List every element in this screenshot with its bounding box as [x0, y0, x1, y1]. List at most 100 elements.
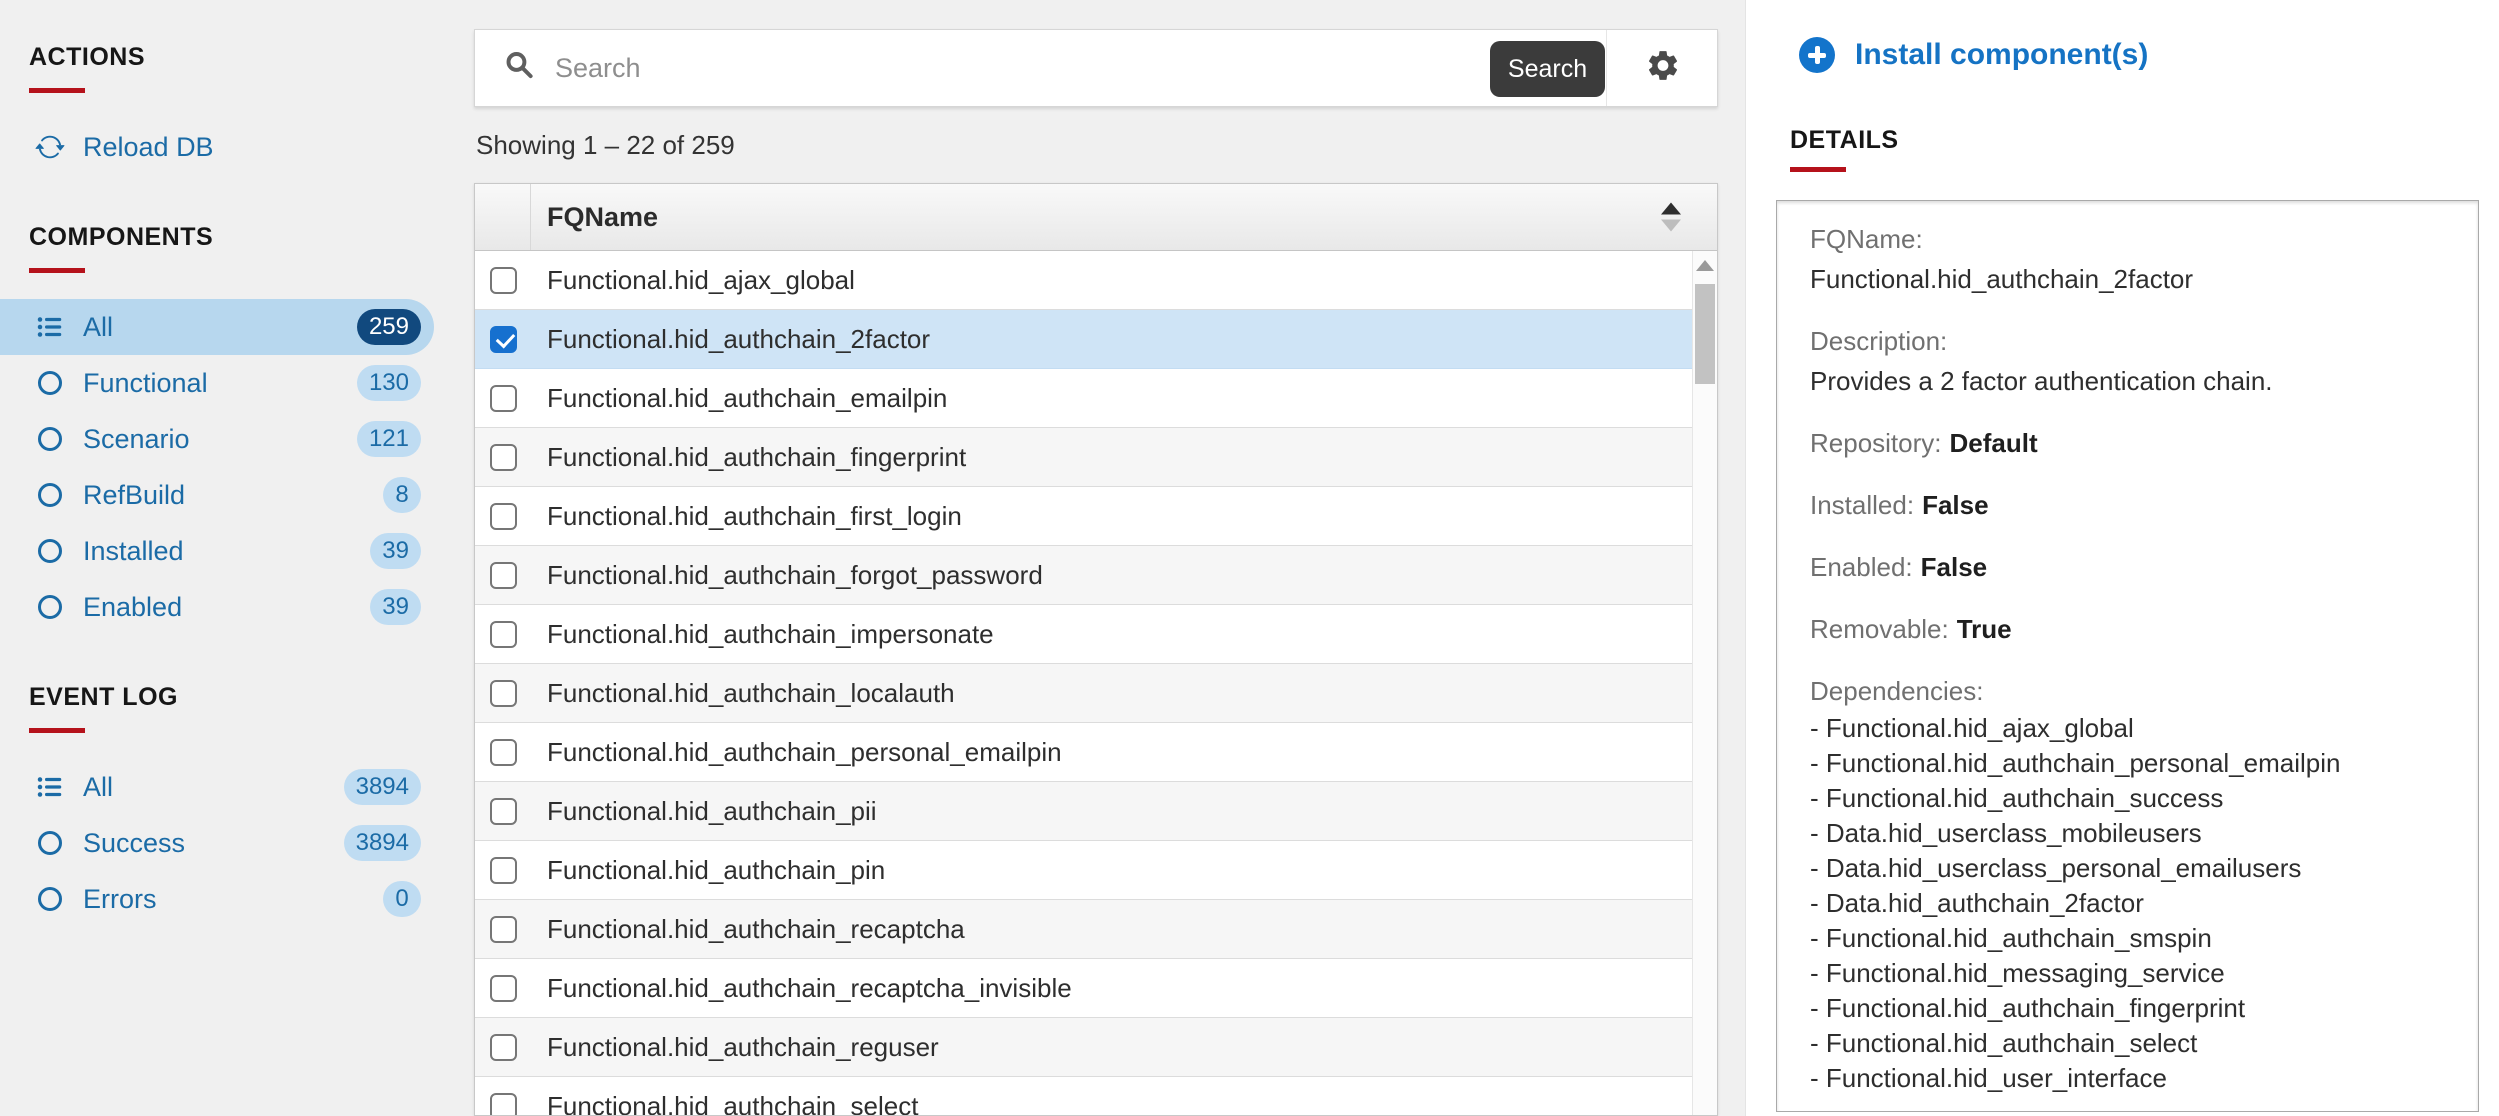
row-checkbox[interactable]	[490, 621, 517, 648]
sidebar-item-label: RefBuild	[83, 480, 185, 511]
search-button[interactable]: Search	[1490, 41, 1605, 97]
field-label: FQName:	[1810, 219, 2450, 259]
details-box: FQName:Functional.hid_authchain_2factorD…	[1776, 200, 2479, 1112]
row-checkbox-cell	[475, 975, 531, 1002]
row-fqname: Functional.hid_authchain_recaptcha_invis…	[531, 973, 1072, 1004]
sidebar-section-components: COMPONENTSAll259Functional130Scenario121…	[0, 222, 474, 635]
table-row[interactable]: Functional.hid_authchain_select	[475, 1077, 1692, 1116]
details-heading: DETAILS	[1790, 126, 1899, 155]
list-icon	[35, 772, 65, 802]
sidebar-components-installed[interactable]: Installed39	[0, 523, 434, 579]
row-fqname: Functional.hid_authchain_select	[531, 1091, 918, 1116]
table-row[interactable]: Functional.hid_authchain_personal_emailp…	[475, 723, 1692, 782]
row-checkbox[interactable]	[490, 1093, 517, 1116]
table-header[interactable]: FQName	[475, 184, 1717, 251]
row-checkbox[interactable]	[490, 444, 517, 471]
section-title-underline	[29, 268, 85, 273]
sidebar-components-scenario[interactable]: Scenario121	[0, 411, 434, 467]
sidebar-event-log-success[interactable]: Success3894	[0, 815, 434, 871]
search-icon	[503, 49, 537, 88]
detail-field-enabled: Enabled:False	[1810, 547, 2450, 587]
row-checkbox-cell	[475, 621, 531, 648]
column-header-fqname[interactable]: FQName	[531, 202, 658, 233]
row-checkbox[interactable]	[490, 857, 517, 884]
row-checkbox[interactable]	[490, 503, 517, 530]
row-checkbox[interactable]	[490, 680, 517, 707]
table-row[interactable]: Functional.hid_authchain_impersonate	[475, 605, 1692, 664]
table-row[interactable]: Functional.hid_authchain_2factor	[475, 310, 1692, 369]
search-input[interactable]	[555, 31, 1585, 105]
gear-icon[interactable]	[1645, 48, 1681, 89]
scrollbar-up-arrow-icon[interactable]	[1696, 260, 1714, 271]
field-value: Provides a 2 factor authentication chain…	[1810, 361, 2450, 401]
main-content: Search Showing 1 – 22 of 259 FQName Func…	[474, 0, 1718, 1116]
row-fqname: Functional.hid_authchain_recaptcha	[531, 914, 965, 945]
details-heading-underline	[1790, 167, 1846, 172]
table-body: Functional.hid_ajax_global Functional.hid…	[475, 251, 1692, 1115]
row-checkbox[interactable]	[490, 916, 517, 943]
row-checkbox-cell	[475, 562, 531, 589]
radio-icon	[35, 368, 65, 398]
sidebar-item-list: All259Functional130Scenario121RefBuild8I…	[0, 299, 474, 635]
count-badge: 3894	[344, 769, 421, 805]
sidebar-event-log-all[interactable]: All3894	[0, 759, 434, 815]
table-row[interactable]: Functional.hid_authchain_fingerprint	[475, 428, 1692, 487]
radio-icon	[35, 424, 65, 454]
table-row[interactable]: Functional.hid_authchain_reguser	[475, 1018, 1692, 1077]
row-fqname: Functional.hid_authchain_emailpin	[531, 383, 947, 414]
table-row[interactable]: Functional.hid_authchain_recaptcha_invis…	[475, 959, 1692, 1018]
table-row[interactable]: Functional.hid_authchain_pii	[475, 782, 1692, 841]
radio-icon	[35, 884, 65, 914]
sidebar-components-refbuild[interactable]: RefBuild8	[0, 467, 434, 523]
detail-field-installed: Installed:False	[1810, 485, 2450, 525]
row-checkbox[interactable]	[490, 267, 517, 294]
row-checkbox[interactable]	[490, 798, 517, 825]
plus-circle-icon	[1799, 37, 1835, 73]
sidebar-item-label: Scenario	[83, 424, 190, 455]
table-row[interactable]: Functional.hid_authchain_first_login	[475, 487, 1692, 546]
detail-field-repository: Repository:Default	[1810, 423, 2450, 463]
detail-field-dependencies: Dependencies:- Functional.hid_ajax_globa…	[1810, 671, 2450, 1096]
row-fqname: Functional.hid_authchain_reguser	[531, 1032, 939, 1063]
row-fqname: Functional.hid_authchain_first_login	[531, 501, 962, 532]
row-checkbox-cell	[475, 385, 531, 412]
table-row[interactable]: Functional.hid_authchain_forgot_password	[475, 546, 1692, 605]
sidebar-event-log-errors[interactable]: Errors0	[0, 871, 434, 927]
scrollbar-thumb[interactable]	[1695, 284, 1715, 384]
row-fqname: Functional.hid_authchain_pin	[531, 855, 885, 886]
section-title: ACTIONS	[29, 42, 474, 72]
dependency-item: - Data.hid_userclass_personal_emailusers	[1810, 851, 2450, 886]
count-badge: 130	[357, 365, 421, 401]
row-checkbox[interactable]	[490, 975, 517, 1002]
row-fqname: Functional.hid_authchain_2factor	[531, 324, 930, 355]
sort-control[interactable]	[1661, 203, 1681, 232]
row-checkbox-cell	[475, 739, 531, 766]
sidebar-actions-reload-db[interactable]: Reload DB	[0, 119, 434, 175]
row-checkbox[interactable]	[490, 739, 517, 766]
row-checkbox[interactable]	[490, 326, 517, 353]
table-row[interactable]: Functional.hid_authchain_emailpin	[475, 369, 1692, 428]
sidebar-section-event-log: EVENT LOGAll3894Success3894Errors0	[0, 682, 474, 927]
dependency-item: - Functional.hid_authchain_success	[1810, 781, 2450, 816]
sidebar-item-label: Installed	[83, 536, 184, 567]
table-row[interactable]: Functional.hid_authchain_localauth	[475, 664, 1692, 723]
row-checkbox[interactable]	[490, 385, 517, 412]
install-components-button[interactable]: Install component(s)	[1799, 37, 2148, 73]
table-row[interactable]: Functional.hid_authchain_recaptcha	[475, 900, 1692, 959]
field-label: Removable:	[1810, 614, 1949, 644]
field-label: Description:	[1810, 321, 2450, 361]
table-row[interactable]: Functional.hid_ajax_global	[475, 251, 1692, 310]
field-value: Default	[1950, 428, 2038, 458]
row-checkbox[interactable]	[490, 1034, 517, 1061]
sidebar-components-functional[interactable]: Functional130	[0, 355, 434, 411]
row-checkbox-cell	[475, 857, 531, 884]
table-row[interactable]: Functional.hid_authchain_pin	[475, 841, 1692, 900]
row-checkbox[interactable]	[490, 562, 517, 589]
sidebar-components-all[interactable]: All259	[0, 299, 434, 355]
sidebar: ACTIONSReload DBCOMPONENTSAll259Function…	[0, 0, 474, 1116]
row-checkbox-cell	[475, 267, 531, 294]
sidebar-components-enabled[interactable]: Enabled39	[0, 579, 434, 635]
table-scrollbar[interactable]	[1692, 251, 1717, 1115]
row-fqname: Functional.hid_authchain_forgot_password	[531, 560, 1043, 591]
header-checkbox-column	[475, 184, 531, 250]
